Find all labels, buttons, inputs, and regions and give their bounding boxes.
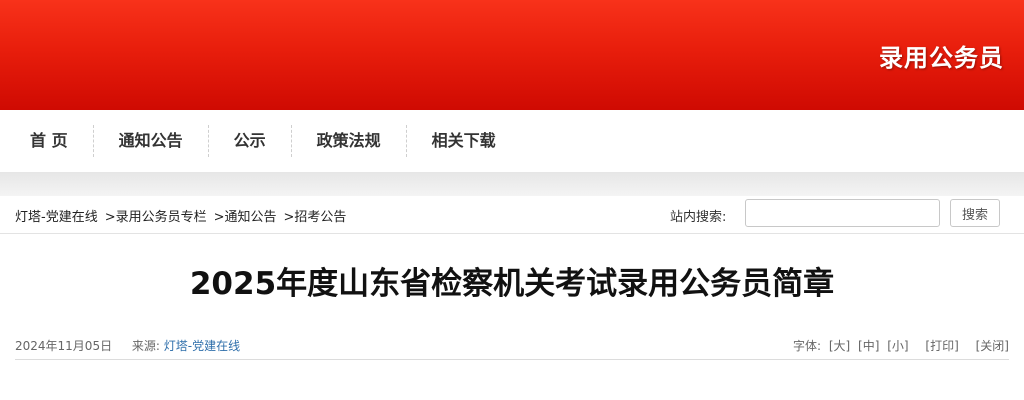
main-nav: 首 页 通知公告 公示 政策法规 相关下载 [0, 110, 1024, 172]
nav-item-home[interactable]: 首 页 [5, 125, 94, 157]
nav-item-notices[interactable]: 通知公告 [94, 125, 209, 157]
search-button[interactable]: 搜索 [950, 199, 1000, 227]
nav-item-publicity[interactable]: 公示 [209, 125, 292, 157]
breadcrumb-bar: 灯塔-党建在线 >录用公务员专栏 >通知公告 >招考公告 站内搜索: 搜索 [0, 196, 1024, 234]
font-medium-button[interactable]: [中] [858, 339, 879, 353]
source-label: 来源: [131, 339, 160, 353]
source-link[interactable]: 灯塔-党建在线 [164, 339, 240, 353]
nav-item-policies[interactable]: 政策法规 [292, 125, 407, 157]
font-small-button[interactable]: [小] [887, 339, 908, 353]
breadcrumb-item-home[interactable]: 灯塔-党建在线 [15, 210, 98, 225]
article-meta: 2024年11月05日 来源: 灯塔-党建在线 字体: [大] [中] [小] … [15, 329, 1009, 360]
breadcrumb-item-column[interactable]: >录用公务员专栏 [105, 210, 207, 225]
close-button[interactable]: [关闭] [976, 339, 1009, 353]
search-label: 站内搜索: [670, 210, 727, 225]
site-section-title: 录用公务员 [879, 44, 1004, 72]
print-button[interactable]: [打印] [925, 339, 958, 353]
font-large-button[interactable]: [大] [829, 339, 850, 353]
nav-divider-band [0, 172, 1024, 196]
breadcrumb-item-exam-notices[interactable]: >招考公告 [284, 210, 347, 225]
article-title: 2025年度山东省检察机关考试录用公务员简章 [189, 266, 835, 302]
breadcrumb: 灯塔-党建在线 >录用公务员专栏 >通知公告 >招考公告 [15, 206, 346, 225]
search-input[interactable] [745, 199, 940, 227]
font-size-label: 字体: [792, 339, 821, 353]
header-banner: 录用公务员 [0, 0, 1024, 110]
nav-item-downloads[interactable]: 相关下载 [407, 125, 521, 157]
publish-date: 2024年11月05日 [15, 339, 113, 353]
breadcrumb-item-notices[interactable]: >通知公告 [214, 210, 277, 225]
